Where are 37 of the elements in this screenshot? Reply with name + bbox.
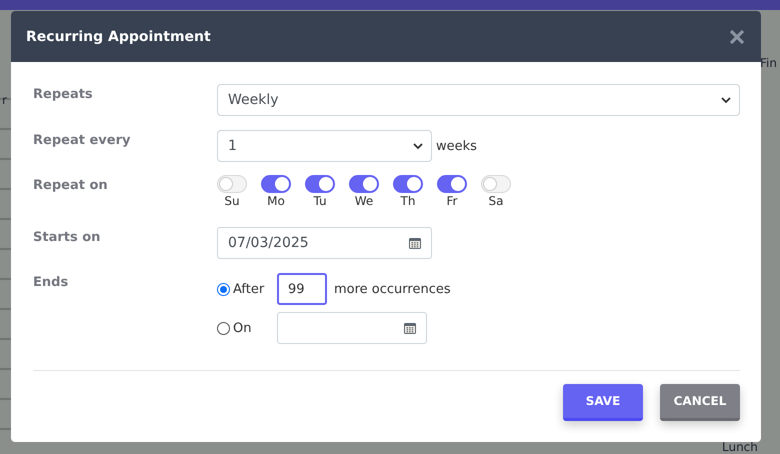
occurrences-label: more occurrences [334,282,451,296]
save-button[interactable]: SAVE [563,384,643,421]
chevron-down-icon [721,96,731,104]
end-date-field[interactable] [277,312,427,344]
date-field[interactable]: 07/03/2025 [217,227,432,259]
dialog-title: Recurring Appointment [26,28,211,44]
day-label: Fr [446,194,458,208]
day-toggle[interactable] [349,175,379,193]
chevron-down-icon [413,142,423,150]
field-label: Repeats [33,86,94,102]
day-toggle[interactable] [261,175,291,193]
cancel-button[interactable]: CANCEL [660,384,740,421]
radio-option[interactable]: On [217,320,277,336]
unit-label: weeks [436,138,477,154]
day-label: We [354,194,374,208]
radio-option[interactable]: After [217,282,277,296]
repeats-select[interactable]: Weekly [217,84,740,116]
field-label: Ends [33,274,70,290]
background-text: Fin [760,57,777,70]
day-toggle[interactable] [305,175,335,193]
field-label: Repeat on [33,177,109,193]
background-text: r [2,94,7,107]
occurrences-field[interactable]: 99 [277,273,327,305]
day-label: Mo [267,194,285,208]
day-label: Th [400,194,416,208]
field-label: Starts on [33,229,102,245]
day-toggle[interactable] [393,175,423,193]
interval-select[interactable]: 1 [217,130,432,162]
calendar-icon[interactable] [409,237,421,249]
calendar-icon[interactable] [404,322,416,334]
day-label: Su [224,194,240,208]
day-label: Tu [313,194,327,208]
close-button[interactable] [729,28,745,44]
day-label: Sa [488,194,504,208]
field-label: Repeat every [33,132,132,148]
day-toggle[interactable] [437,175,467,193]
event-title: Lunch [722,441,758,454]
